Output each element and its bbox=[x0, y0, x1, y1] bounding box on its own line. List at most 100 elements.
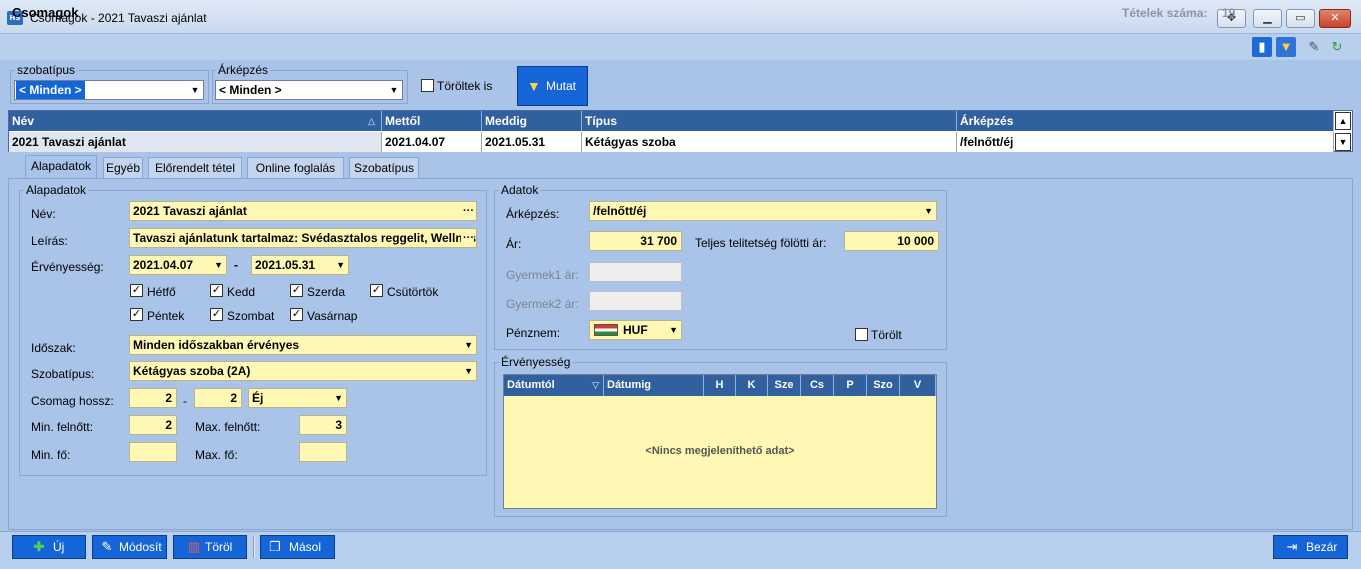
column-header-sunday[interactable]: V bbox=[900, 375, 936, 396]
min-adult-field[interactable]: 2 bbox=[129, 415, 177, 435]
new-button[interactable]: ✚ Új bbox=[12, 535, 86, 559]
min-adult-label: Min. felnőtt: bbox=[31, 420, 94, 434]
sunday-label: Vasárnap bbox=[307, 309, 358, 323]
valid-from-date[interactable]: 2021.04.07 ▼ bbox=[129, 255, 227, 275]
column-header-date-to[interactable]: Dátumig bbox=[604, 375, 704, 396]
tab-preordered-item[interactable]: Előrendelt tétel bbox=[148, 157, 242, 178]
column-header-monday[interactable]: H bbox=[704, 375, 736, 396]
tab-online-booking[interactable]: Online foglalás bbox=[247, 157, 344, 178]
validity-group-label: Érvényesség bbox=[499, 355, 573, 369]
column-header-type[interactable]: Típus bbox=[582, 111, 957, 131]
column-header-wednesday[interactable]: Sze bbox=[768, 375, 801, 396]
chevron-down-icon: ▼ bbox=[214, 260, 223, 270]
package-length-label: Csomag hossz: bbox=[31, 394, 114, 408]
table-cell[interactable]: 2021.04.07 bbox=[382, 132, 482, 152]
show-button[interactable]: ▼ Mutat bbox=[517, 66, 588, 106]
column-header-pricing[interactable]: Árképzés bbox=[957, 111, 1334, 131]
friday-checkbox[interactable]: ✓ bbox=[130, 308, 143, 321]
table-cell[interactable]: 2021 Tavaszi ajánlat bbox=[9, 132, 382, 152]
delete-button[interactable]: ▥ Töröl bbox=[173, 535, 247, 559]
full-price-field[interactable]: 10 000 bbox=[844, 231, 939, 251]
tuesday-checkbox[interactable]: ✓ bbox=[210, 284, 223, 297]
room-type-filter-select[interactable]: < Minden > ▼ bbox=[14, 80, 204, 100]
pricing-label: Árképzés: bbox=[506, 207, 560, 221]
currency-label: Pénznem: bbox=[506, 326, 561, 340]
column-header-date-from[interactable]: Dátumtól ▽ bbox=[504, 375, 604, 396]
price-field[interactable]: 31 700 bbox=[589, 231, 682, 251]
column-header-thursday[interactable]: Cs bbox=[801, 375, 834, 396]
package-length-unit-select[interactable]: Éj ▼ bbox=[248, 388, 347, 408]
deleted-checkbox[interactable] bbox=[855, 328, 868, 341]
description-field[interactable]: Tavaszi ajánlatunk tartalmaz: Svédasztal… bbox=[129, 228, 477, 248]
table-cell[interactable]: 2021.05.31 bbox=[482, 132, 582, 152]
close-window-button[interactable]: ✕ bbox=[1319, 9, 1351, 28]
package-length-from[interactable]: 2 bbox=[129, 388, 177, 408]
price-label: Ár: bbox=[506, 237, 522, 251]
edit-button[interactable]: ✎ Módosít bbox=[92, 535, 167, 559]
copy-button[interactable]: ❐ Másol bbox=[260, 535, 335, 559]
eraser-icon[interactable]: ✎ bbox=[1304, 37, 1324, 57]
tab-basic[interactable]: Alapadatok bbox=[25, 155, 97, 178]
refresh-icon[interactable]: ↻ bbox=[1327, 37, 1347, 57]
column-header-to[interactable]: Meddig bbox=[482, 111, 582, 131]
monday-label: Hétfő bbox=[147, 285, 176, 299]
column-header-tuesday[interactable]: K bbox=[736, 375, 768, 396]
monday-checkbox[interactable]: ✓ bbox=[130, 284, 143, 297]
toolbar-separator bbox=[253, 536, 255, 558]
max-person-field[interactable] bbox=[299, 442, 347, 462]
table-cell[interactable]: Kétágyas szoba bbox=[582, 132, 957, 152]
tab-other[interactable]: Egyéb bbox=[103, 157, 143, 178]
sort-icon: ▽ bbox=[592, 380, 599, 390]
pricing-filter-select[interactable]: < Minden > ▼ bbox=[215, 80, 403, 100]
pricing-select[interactable]: /felnőtt/éj ▼ bbox=[589, 201, 937, 221]
column-header-name[interactable]: Név △ bbox=[9, 111, 382, 131]
empty-state-text: <Nincs megjeleníthető adat> bbox=[645, 445, 795, 457]
scroll-up-button[interactable]: ▲ bbox=[1335, 112, 1351, 130]
tab-room-type[interactable]: Szobatípus bbox=[349, 157, 419, 178]
saturday-label: Szombat bbox=[227, 309, 275, 323]
layout-icon[interactable]: ▮ bbox=[1252, 37, 1272, 57]
min-person-field[interactable] bbox=[129, 442, 177, 462]
period-select[interactable]: Minden időszakban érvényes ▼ bbox=[129, 335, 477, 355]
pricing-filter-value: < Minden > bbox=[219, 83, 282, 97]
minimize-button[interactable]: ▁ bbox=[1253, 9, 1282, 28]
max-adult-field[interactable]: 3 bbox=[299, 415, 347, 435]
column-header-saturday[interactable]: Szo bbox=[867, 375, 900, 396]
column-header-friday[interactable]: P bbox=[834, 375, 867, 396]
friday-label: Péntek bbox=[147, 309, 185, 323]
chevron-down-icon: ▼ bbox=[924, 206, 933, 216]
chevron-down-icon: ▼ bbox=[190, 85, 200, 95]
saturday-checkbox[interactable]: ✓ bbox=[210, 308, 223, 321]
valid-to-date[interactable]: 2021.05.31 ▼ bbox=[251, 255, 349, 275]
validity-table: Dátumtól ▽ Dátumig H K Sze Cs P Szo V <Ni… bbox=[503, 374, 937, 509]
length-dash: - bbox=[183, 394, 187, 408]
room-type-filter-label: szobatípus bbox=[15, 63, 78, 77]
filter-icon[interactable]: ▼ bbox=[1276, 37, 1296, 57]
room-type-select[interactable]: Kétágyas szoba (2A) ▼ bbox=[129, 361, 477, 381]
name-label: Név: bbox=[31, 207, 56, 221]
table-cell[interactable]: /felnőtt/éj bbox=[957, 132, 1334, 152]
chevron-down-icon: ▼ bbox=[389, 85, 399, 95]
column-header-from[interactable]: Mettől bbox=[382, 111, 482, 131]
exit-door-icon: ⇥ bbox=[1286, 539, 1298, 554]
child1-price-field bbox=[589, 262, 682, 282]
name-field[interactable]: 2021 Tavaszi ajánlat ··· bbox=[129, 201, 477, 221]
chevron-down-icon: ▼ bbox=[464, 366, 473, 376]
close-button[interactable]: ⇥ Bezár bbox=[1273, 535, 1348, 559]
sunday-checkbox[interactable]: ✓ bbox=[290, 308, 303, 321]
filter-icon: ▼ bbox=[527, 78, 541, 94]
package-length-to[interactable]: 2 bbox=[194, 388, 242, 408]
ellipsis-icon[interactable]: ··· bbox=[461, 229, 474, 247]
scroll-down-button[interactable]: ▼ bbox=[1335, 133, 1351, 151]
ellipsis-icon[interactable]: ··· bbox=[463, 202, 474, 220]
wednesday-label: Szerda bbox=[307, 285, 346, 299]
child2-price-label: Gyermek2 ár: bbox=[506, 297, 579, 311]
maximize-button[interactable]: ▭ bbox=[1286, 9, 1315, 28]
child1-price-label: Gyermek1 ár: bbox=[506, 268, 579, 282]
currency-select[interactable]: HUF ▼ bbox=[589, 320, 682, 340]
full-price-label: Teljes telitetség fölötti ár: bbox=[695, 236, 827, 250]
wednesday-checkbox[interactable]: ✓ bbox=[290, 284, 303, 297]
max-person-label: Max. fő: bbox=[195, 448, 238, 462]
deleted-too-checkbox[interactable] bbox=[421, 79, 434, 92]
thursday-checkbox[interactable]: ✓ bbox=[370, 284, 383, 297]
